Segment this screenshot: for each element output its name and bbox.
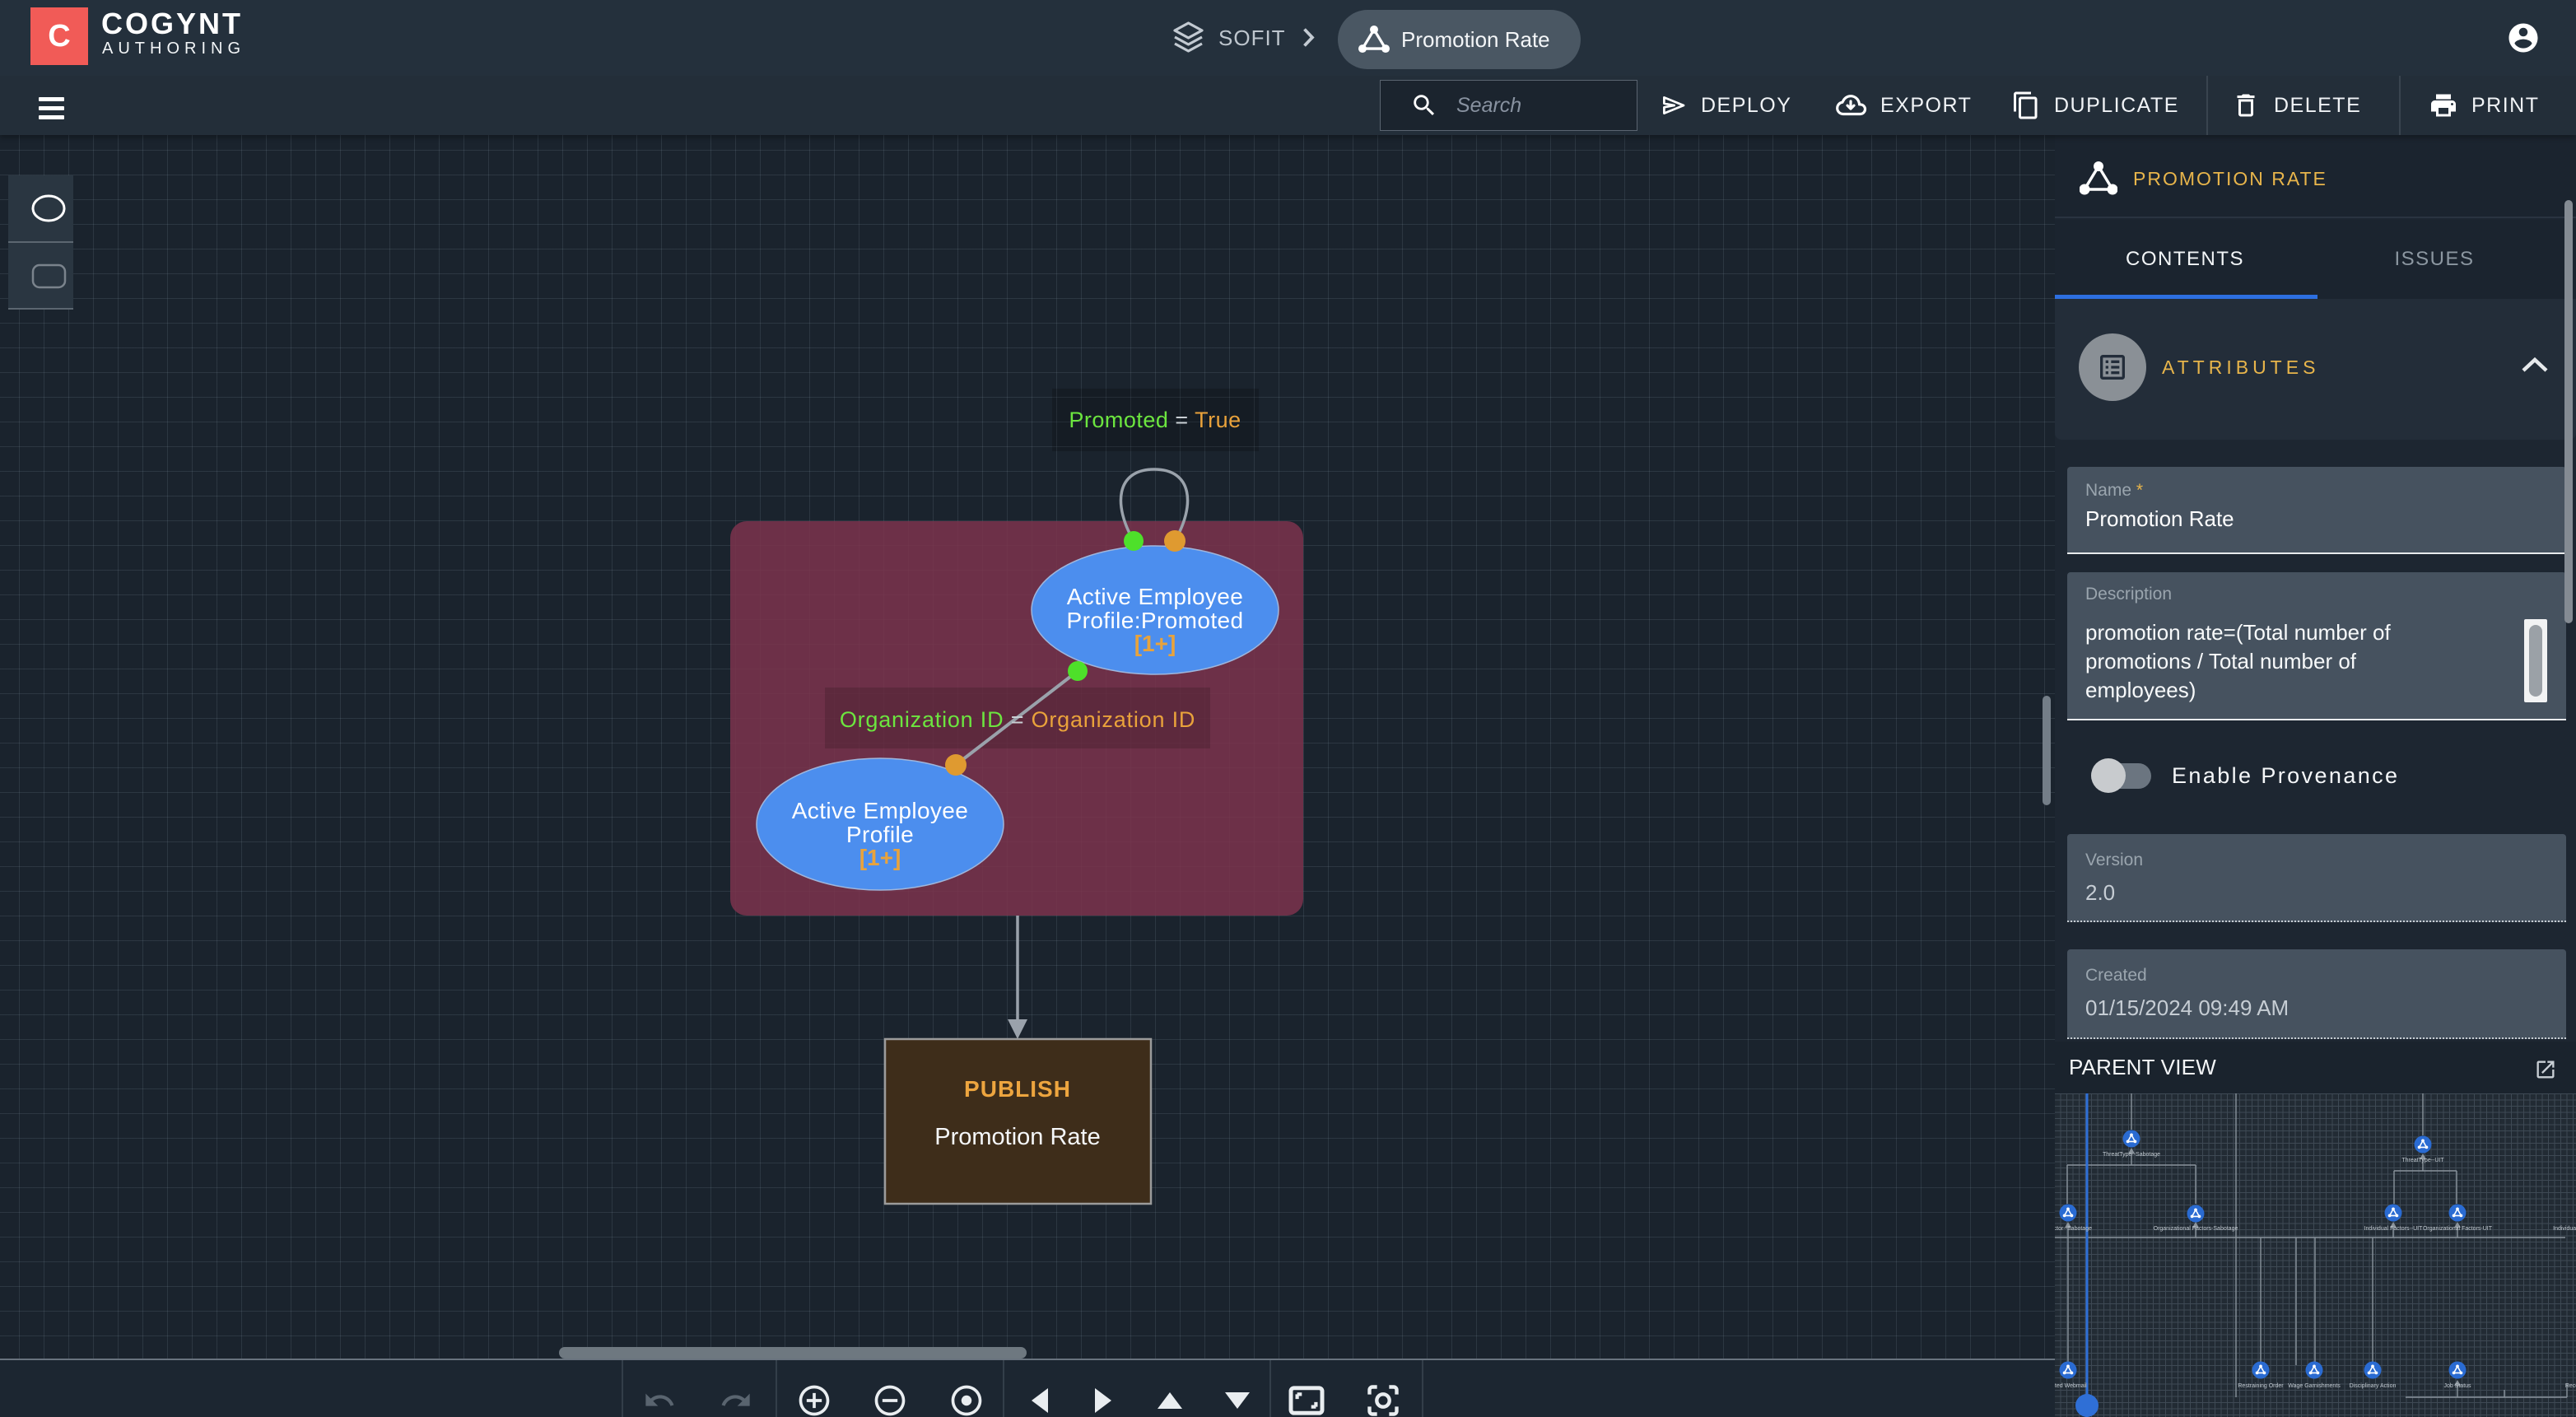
svg-text:Promotion Rate: Promotion Rate <box>934 1124 1101 1150</box>
svg-text:[1+]: [1+] <box>859 845 901 870</box>
svg-text:PUBLISH: PUBLISH <box>964 1076 1071 1102</box>
svg-text:Organizational Factors-Sabotag: Organizational Factors-Sabotage <box>2154 1226 2238 1232</box>
svg-text:Profile:Promoted: Profile:Promoted <box>1067 608 1244 633</box>
svg-text:Job Status: Job Status <box>2443 1383 2471 1389</box>
svg-text:l Factor--Sabotage: l Factor--Sabotage <box>2055 1226 2092 1232</box>
svg-text:Active Employee: Active Employee <box>1067 584 1244 609</box>
svg-text:Rece: Rece <box>2565 1383 2576 1389</box>
svg-text:Promoted = True: Promoted = True <box>1069 408 1241 432</box>
svg-text:Organization ID = Organization: Organization ID = Organization ID <box>840 707 1195 732</box>
svg-text:listed Webmail: listed Webmail <box>2055 1383 2087 1389</box>
svg-text:Organizational Factors-UIT: Organizational Factors-UIT <box>2423 1226 2493 1232</box>
svg-text:Active Employee: Active Employee <box>792 798 969 823</box>
svg-text:Wage Garnishments: Wage Garnishments <box>2288 1383 2341 1389</box>
svg-text:[1+]: [1+] <box>1134 631 1176 656</box>
svg-text:Profile: Profile <box>846 822 914 847</box>
svg-text:Disciplinary Action: Disciplinary Action <box>2350 1383 2397 1389</box>
svg-text:Individual Factors--UIT: Individual Factors--UIT <box>2364 1226 2424 1232</box>
svg-text:Individual Fa: Individual Fa <box>2553 1226 2576 1232</box>
svg-text:Restraining Order: Restraining Order <box>2238 1383 2284 1389</box>
svg-text:ThreatType--Sabotage: ThreatType--Sabotage <box>2103 1152 2160 1158</box>
svg-text:ThreatType--UIT: ThreatType--UIT <box>2401 1158 2444 1163</box>
